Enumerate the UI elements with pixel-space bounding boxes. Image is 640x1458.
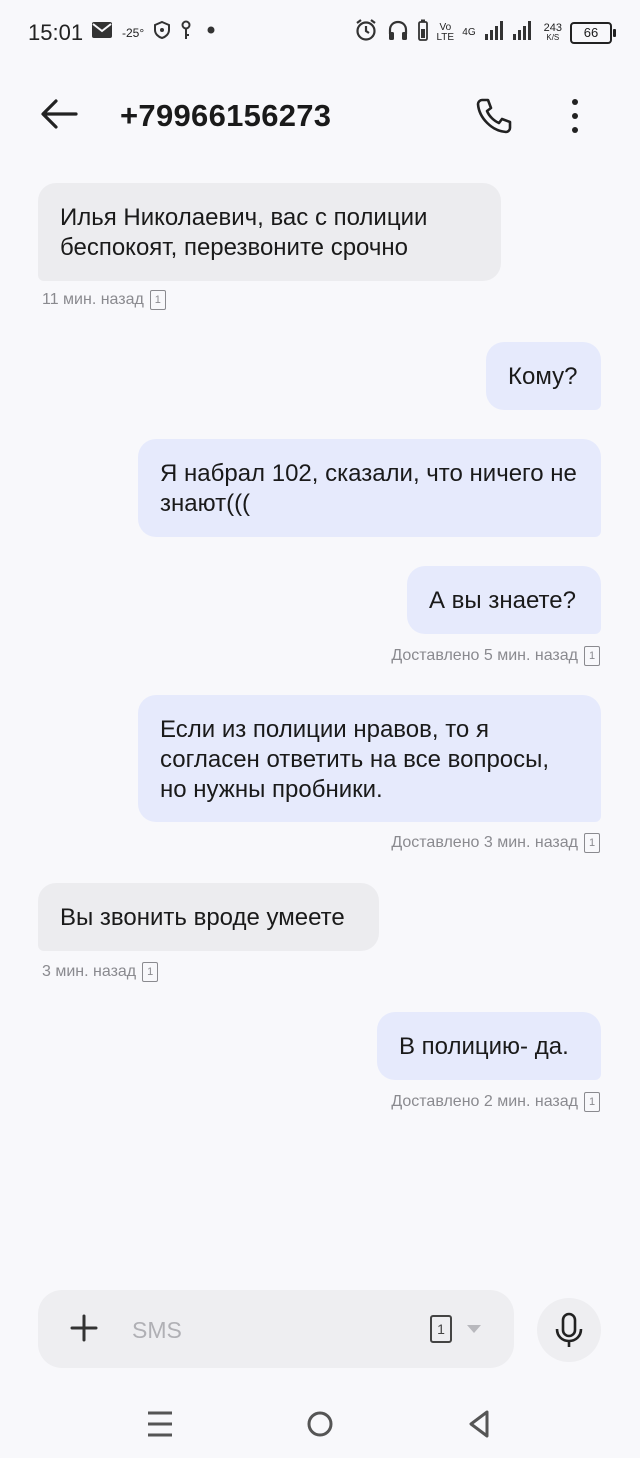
message-text: Кому? [508, 363, 578, 390]
message-text: Если из полиции нравов, то я согласен от… [160, 716, 550, 803]
mail-icon [92, 22, 112, 43]
phone-icon [476, 98, 512, 134]
status-time: 15:01 [28, 20, 84, 45]
sim-card-icon: 1 [142, 962, 159, 982]
plus-icon [70, 1314, 98, 1342]
outgoing-message-bubble[interactable]: Если из полиции нравов, то я согласен от… [138, 695, 601, 822]
back-button[interactable] [36, 94, 84, 134]
system-back-button[interactable] [460, 1408, 500, 1440]
dot-icon [202, 21, 220, 44]
bluetooth-battery-icon [418, 19, 429, 46]
message-timestamp: 3 мин. назад [42, 963, 137, 980]
contact-title: +79966156273 [120, 98, 332, 133]
shield-icon [154, 20, 171, 44]
key-icon [180, 20, 192, 45]
voice-input-button[interactable] [537, 1298, 601, 1362]
system-nav-bar [0, 1390, 640, 1458]
status-bar: 15:01 -25° Vo LTE 4G 243 K/S 66 [0, 0, 640, 64]
attach-button[interactable] [66, 1310, 102, 1346]
more-vertical-icon [572, 99, 578, 133]
message-meta: Доставлено 5 мин. назад 1 [391, 646, 600, 666]
status-left-icons: -25° [92, 20, 220, 45]
status-right-icons: Vo LTE 4G 243 K/S 66 [354, 18, 616, 47]
alarm-icon [354, 18, 378, 47]
sim-selector[interactable]: 1 [430, 1312, 494, 1346]
outgoing-message-bubble[interactable]: В полицию- да. [377, 1012, 601, 1080]
microphone-icon [555, 1312, 583, 1347]
message-timestamp: 11 мин. назад [42, 291, 144, 308]
temperature-text: -25° [122, 25, 145, 40]
sim-card-icon: 1 [430, 1315, 452, 1343]
message-meta: Доставлено 2 мин. назад 1 [391, 1092, 600, 1112]
dropdown-arrow-icon [467, 1325, 481, 1333]
speed-indicator: 243 K/S [543, 21, 562, 43]
home-button[interactable] [300, 1408, 340, 1440]
battery-indicator: 66 [570, 21, 616, 44]
call-button[interactable] [472, 94, 516, 138]
volte-text: Vo LTE [436, 21, 455, 43]
more-options-button[interactable] [560, 94, 590, 138]
message-text: Илья Николаевич, вас с полиции беспокоят… [60, 204, 428, 261]
headphones-icon [386, 18, 410, 47]
message-composer: 1 [38, 1290, 514, 1368]
outgoing-message-bubble[interactable]: А вы знаете? [407, 566, 601, 634]
sim-card-icon: 1 [584, 833, 600, 853]
message-text: В полицию- да. [399, 1033, 569, 1060]
conversation-header: +79966156273 [0, 80, 640, 152]
outgoing-message-bubble[interactable]: Кому? [486, 342, 601, 410]
outgoing-message-bubble[interactable]: Я набрал 102, сказали, что ничего не зна… [138, 439, 601, 537]
message-meta: 11 мин. назад 1 [42, 290, 166, 310]
recent-apps-button[interactable] [140, 1408, 180, 1440]
home-circle-icon [307, 1411, 333, 1437]
back-triangle-icon [469, 1410, 489, 1438]
incoming-message-bubble[interactable]: Илья Николаевич, вас с полиции беспокоят… [38, 183, 501, 281]
signal-icon [484, 20, 504, 45]
sim-card-icon: 1 [149, 290, 166, 310]
message-text: А вы знаете? [429, 587, 576, 614]
back-arrow-icon [41, 99, 78, 129]
menu-icon [148, 1411, 172, 1437]
network-text: 4G [462, 26, 476, 38]
sim-card-icon: 1 [584, 1092, 600, 1112]
message-text: Я набрал 102, сказали, что ничего не зна… [160, 460, 577, 517]
sms-input[interactable] [130, 1312, 414, 1348]
speed-value: 243 [543, 21, 562, 34]
sim-card-icon: 1 [584, 646, 600, 666]
speed-unit: K/S [546, 32, 560, 42]
message-status: Доставлено 5 мин. назад [391, 647, 578, 664]
message-status: Доставлено 2 мин. назад [391, 1093, 578, 1110]
message-meta: 3 мин. назад 1 [42, 962, 159, 982]
message-text: Вы звонить вроде умеете [60, 904, 345, 931]
incoming-message-bubble[interactable]: Вы звонить вроде умеете [38, 883, 379, 951]
message-meta: Доставлено 3 мин. назад 1 [391, 833, 600, 853]
message-status: Доставлено 3 мин. назад [391, 834, 578, 851]
signal-icon-2 [512, 20, 532, 45]
